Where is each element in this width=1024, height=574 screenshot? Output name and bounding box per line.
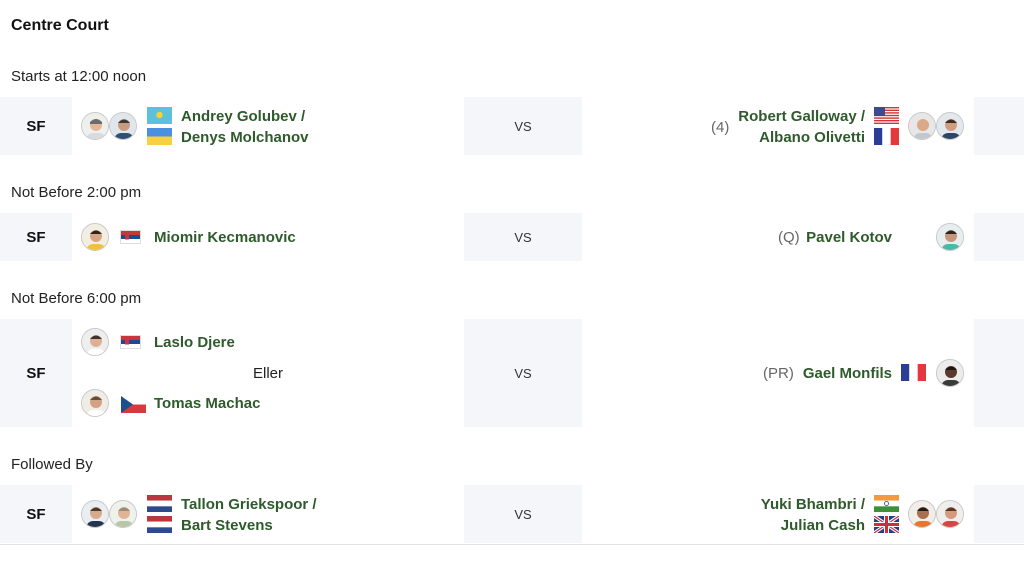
- flag-great-britain-icon: [874, 516, 899, 533]
- flag-france-icon: [874, 128, 899, 145]
- row-end-cell: [974, 319, 1024, 427]
- player-name-link[interactable]: Tallon Griekspoor /: [181, 496, 317, 513]
- player-name-link[interactable]: Miomir Kecmanovic: [154, 229, 296, 246]
- vs-label: VS: [464, 213, 582, 261]
- seed-label: (PR): [763, 365, 794, 382]
- player-name-link[interactable]: Julian Cash: [781, 517, 865, 534]
- flag-usa-icon: [874, 107, 899, 124]
- seed-label: (4): [711, 119, 730, 136]
- flag-serbia-icon: [120, 230, 141, 244]
- session-label: Followed By: [11, 456, 93, 473]
- row-end-cell: [974, 213, 1024, 261]
- match-row: SF Laslo Djere Eller Tomas Machac VS (PR…: [0, 319, 1024, 427]
- player-avatar[interactable]: [936, 112, 964, 140]
- row-end-cell: [974, 97, 1024, 155]
- player-name-link[interactable]: Pavel Kotov: [806, 229, 892, 246]
- session-label: Starts at 12:00 noon: [11, 68, 147, 85]
- player-avatar[interactable]: [81, 112, 109, 140]
- player-avatar[interactable]: [81, 223, 109, 251]
- player-avatar[interactable]: [936, 223, 964, 251]
- round-label: SF: [0, 97, 72, 155]
- round-label: SF: [0, 485, 72, 543]
- seed-label: (Q): [778, 229, 800, 246]
- flag-netherlands-icon: [147, 495, 172, 512]
- player-avatar[interactable]: [81, 328, 109, 356]
- flag-kazakhstan-icon: [147, 107, 172, 124]
- player-name-link[interactable]: Robert Galloway /: [738, 108, 865, 125]
- player-avatar[interactable]: [81, 500, 109, 528]
- flag-ukraine-icon: [147, 128, 172, 145]
- flag-netherlands-icon: [147, 516, 172, 533]
- player-avatar[interactable]: [81, 389, 109, 417]
- flag-serbia-icon: [120, 335, 141, 349]
- round-label: SF: [0, 213, 72, 261]
- player-name-link[interactable]: Bart Stevens: [181, 517, 273, 534]
- player-avatar[interactable]: [936, 359, 964, 387]
- player-avatar[interactable]: [109, 112, 137, 140]
- vs-label: VS: [464, 319, 582, 427]
- match-row: SF Tallon Griekspoor / Bart Stevens VS Y…: [0, 485, 1024, 543]
- match-row: SF Miomir Kecmanovic VS (Q) Pavel Kotov: [0, 213, 1024, 261]
- session-label: Not Before 2:00 pm: [11, 184, 142, 201]
- player-name-link[interactable]: Denys Molchanov: [181, 129, 309, 146]
- player-name-link[interactable]: Yuki Bhambri /: [761, 496, 865, 513]
- flag-czech-republic-icon: [121, 396, 146, 413]
- divider: [0, 544, 1024, 545]
- player-avatar[interactable]: [908, 112, 936, 140]
- round-label: SF: [0, 319, 72, 427]
- player-avatar[interactable]: [908, 500, 936, 528]
- flag-india-icon: [874, 495, 899, 512]
- court-title: Centre Court: [11, 17, 109, 34]
- flag-france-icon: [901, 364, 926, 381]
- either-or-label: Eller: [253, 365, 284, 382]
- player-avatar[interactable]: [109, 500, 137, 528]
- player-name-link[interactable]: Andrey Golubev /: [181, 108, 305, 125]
- player-name-link[interactable]: Gael Monfils: [803, 365, 892, 382]
- player-name-link[interactable]: Laslo Djere: [154, 334, 235, 351]
- vs-label: VS: [464, 485, 582, 543]
- player-name-link[interactable]: Tomas Machac: [154, 395, 260, 412]
- session-label: Not Before 6:00 pm: [11, 290, 142, 307]
- row-end-cell: [974, 485, 1024, 543]
- player-avatar[interactable]: [936, 500, 964, 528]
- match-row: SF Andrey Golubev / Denys Molchanov VS (…: [0, 97, 1024, 155]
- vs-label: VS: [464, 97, 582, 155]
- player-name-link[interactable]: Albano Olivetti: [759, 129, 865, 146]
